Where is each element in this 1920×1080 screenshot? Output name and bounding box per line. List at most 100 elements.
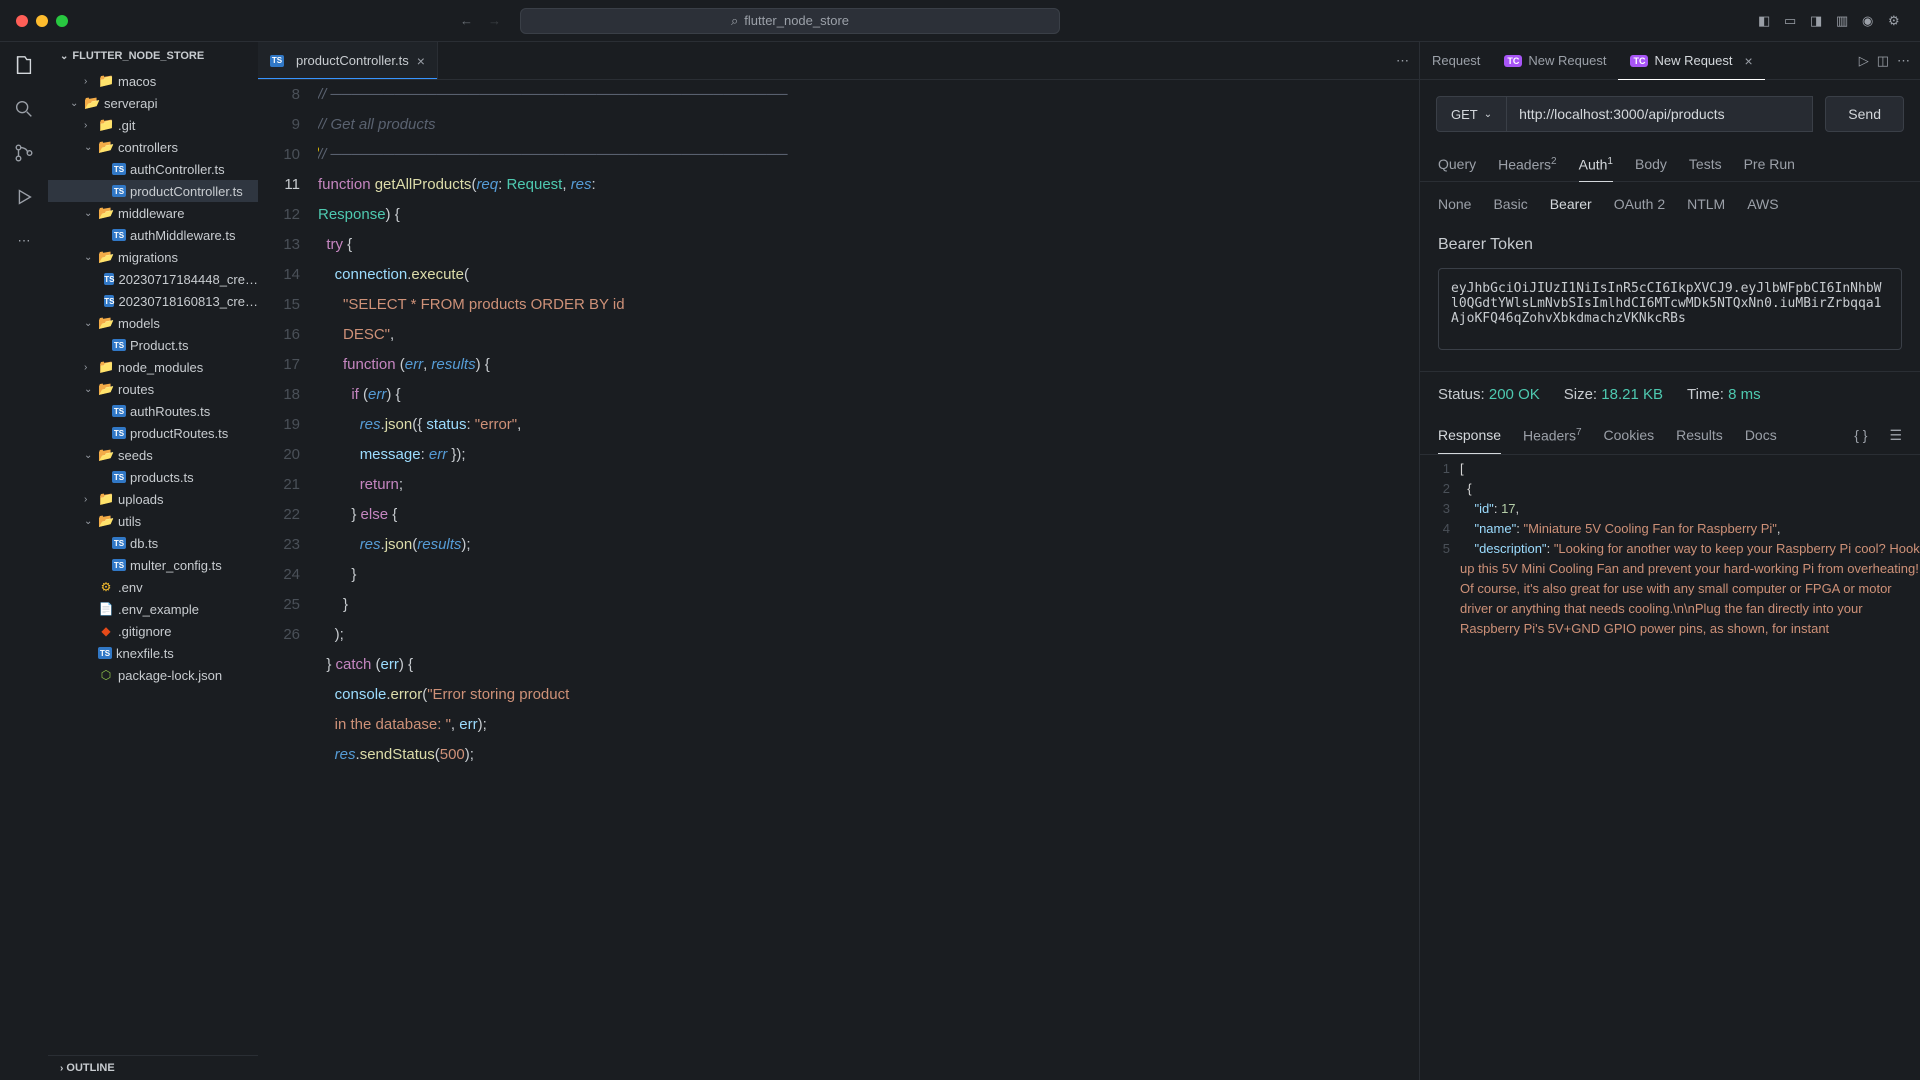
tab-resp-headers[interactable]: Headers7 [1523, 417, 1581, 454]
run-debug-icon[interactable] [11, 184, 37, 210]
tab-label: productController.ts [296, 53, 409, 68]
auth-aws[interactable]: AWS [1747, 196, 1778, 212]
titlebar: ← → ⌕ flutter_node_store ◧ ▭ ◨ ▥ ◉ ⚙ [0, 0, 1920, 42]
file-.gitignore[interactable]: ◆.gitignore [48, 620, 258, 642]
more-icon[interactable]: ⋯ [1897, 53, 1910, 69]
folder-serverapi[interactable]: ⌄📂serverapi [48, 92, 258, 114]
tc-badge-icon: TC [1630, 55, 1648, 67]
code-editor[interactable]: 891011121314151617181920212223242526 // … [258, 80, 1419, 1080]
menu-icon[interactable]: ☰ [1889, 417, 1902, 454]
window-controls [16, 15, 68, 27]
file-20230718160813_cre…[interactable]: TS20230718160813_cre… [48, 290, 258, 312]
activity-bar: ⋯ [0, 42, 48, 1080]
tab-results[interactable]: Results [1676, 417, 1723, 453]
url-input[interactable] [1507, 96, 1813, 132]
nav-back-icon[interactable]: ← [460, 13, 480, 28]
search-activity-icon[interactable] [11, 96, 37, 122]
folder-uploads[interactable]: ›📁uploads [48, 488, 258, 510]
response-tabs: Response Headers7 Cookies Results Docs {… [1420, 417, 1920, 455]
file-knexfile.ts[interactable]: TSknexfile.ts [48, 642, 258, 664]
tab-tests[interactable]: Tests [1689, 148, 1722, 181]
file-multer_config.ts[interactable]: TSmulter_config.ts [48, 554, 258, 576]
file-authMiddleware.ts[interactable]: TSauthMiddleware.ts [48, 224, 258, 246]
folder-controllers[interactable]: ⌄📂controllers [48, 136, 258, 158]
tab-query[interactable]: Query [1438, 148, 1476, 181]
folder-.git[interactable]: ›📁.git [48, 114, 258, 136]
tab-request[interactable]: Request [1420, 42, 1492, 79]
nav-forward-icon[interactable]: → [488, 13, 508, 28]
tab-more-icon[interactable]: ⋯ [1396, 53, 1409, 69]
file-.env_example[interactable]: 📄.env_example [48, 598, 258, 620]
folder-node_modules[interactable]: ›📁node_modules [48, 356, 258, 378]
tab-headers[interactable]: Headers2 [1498, 148, 1556, 181]
file-authRoutes.ts[interactable]: TSauthRoutes.ts [48, 400, 258, 422]
auth-oauth2[interactable]: OAuth 2 [1614, 196, 1665, 212]
file-.env[interactable]: ⚙.env [48, 576, 258, 598]
folder-middleware[interactable]: ⌄📂middleware [48, 202, 258, 224]
search-icon: ⌕ [731, 13, 738, 29]
file-Product.ts[interactable]: TSProduct.ts [48, 334, 258, 356]
run-icon[interactable]: ▷ [1859, 53, 1869, 69]
thunder-client-panel: Request TCNew Request TCNew Request× ▷ ◫… [1420, 42, 1920, 1080]
folder-migrations[interactable]: ⌄📂migrations [48, 246, 258, 268]
file-db.ts[interactable]: TSdb.ts [48, 532, 258, 554]
ts-icon: TS [270, 55, 284, 67]
tab-prerun[interactable]: Pre Run [1744, 148, 1795, 181]
source-control-icon[interactable] [11, 140, 37, 166]
editor-panel: TS productController.ts × ⋯ 891011121314… [258, 42, 1420, 1080]
close-window[interactable] [16, 15, 28, 27]
tab-productcontroller[interactable]: TS productController.ts × [258, 42, 438, 79]
request-row: GET ⌄ Send [1420, 80, 1920, 148]
layout-customize-icon[interactable]: ▥ [1836, 13, 1852, 29]
file-productController.ts[interactable]: TSproductController.ts [48, 180, 258, 202]
tab-body[interactable]: Body [1635, 148, 1667, 181]
file-tree: ›📁macos⌄📂serverapi›📁.git⌄📂controllersTSa… [48, 70, 258, 1055]
maximize-window[interactable] [56, 15, 68, 27]
auth-types: None Basic Bearer OAuth 2 NTLM AWS [1420, 182, 1920, 226]
explorer-icon[interactable] [11, 52, 37, 78]
folder-seeds[interactable]: ⌄📂seeds [48, 444, 258, 466]
split-icon[interactable]: ◫ [1877, 53, 1889, 69]
folder-routes[interactable]: ⌄📂routes [48, 378, 258, 400]
tab-docs[interactable]: Docs [1745, 417, 1777, 453]
tab-new-request-1[interactable]: TCNew Request [1492, 42, 1618, 79]
account-icon[interactable]: ◉ [1862, 13, 1878, 29]
send-button[interactable]: Send [1825, 96, 1904, 132]
close-icon[interactable]: × [1745, 53, 1753, 69]
chevron-down-icon: ⌄ [1484, 109, 1492, 120]
file-productRoutes.ts[interactable]: TSproductRoutes.ts [48, 422, 258, 444]
tab-auth[interactable]: Auth1 [1579, 148, 1613, 181]
file-package-lock.json[interactable]: ⬡package-lock.json [48, 664, 258, 686]
auth-bearer[interactable]: Bearer [1550, 196, 1592, 212]
bearer-token-label: Bearer Token [1438, 236, 1902, 254]
auth-ntlm[interactable]: NTLM [1687, 196, 1725, 212]
layout-panel-icon[interactable]: ▭ [1784, 13, 1800, 29]
folder-utils[interactable]: ⌄📂utils [48, 510, 258, 532]
bearer-token-input[interactable]: eyJhbGciOiJIUzI1NiIsInR5cCI6IkpXVCJ9.eyJ… [1438, 268, 1902, 350]
file-products.ts[interactable]: TSproducts.ts [48, 466, 258, 488]
layout-primary-icon[interactable]: ◧ [1758, 13, 1774, 29]
method-select[interactable]: GET ⌄ [1436, 96, 1507, 132]
layout-secondary-icon[interactable]: ◨ [1810, 13, 1826, 29]
close-icon[interactable]: × [417, 53, 425, 69]
auth-basic[interactable]: Basic [1493, 196, 1527, 212]
tab-cookies[interactable]: Cookies [1604, 417, 1655, 453]
explorer-header[interactable]: ⌄ FLUTTER_NODE_STORE [48, 42, 258, 70]
braces-icon[interactable]: { } [1854, 417, 1867, 453]
outline-section[interactable]: › OUTLINE [48, 1055, 258, 1080]
tab-response[interactable]: Response [1438, 417, 1501, 453]
more-icon[interactable]: ⋯ [11, 228, 37, 254]
auth-none[interactable]: None [1438, 196, 1471, 212]
file-authController.ts[interactable]: TSauthController.ts [48, 158, 258, 180]
tab-new-request-2[interactable]: TCNew Request× [1618, 42, 1764, 79]
project-name: flutter_node_store [744, 13, 849, 28]
folder-macos[interactable]: ›📁macos [48, 70, 258, 92]
response-body[interactable]: 12345 [ { "id": 17, "name": "Miniature 5… [1420, 455, 1920, 1080]
minimize-window[interactable] [36, 15, 48, 27]
file-20230717184448_cre…[interactable]: TS20230717184448_cre… [48, 268, 258, 290]
tc-badge-icon: TC [1504, 55, 1522, 67]
editor-tabs: TS productController.ts × ⋯ [258, 42, 1419, 80]
gear-icon[interactable]: ⚙ [1888, 13, 1904, 29]
folder-models[interactable]: ⌄📂models [48, 312, 258, 334]
command-center[interactable]: ⌕ flutter_node_store [520, 8, 1060, 34]
